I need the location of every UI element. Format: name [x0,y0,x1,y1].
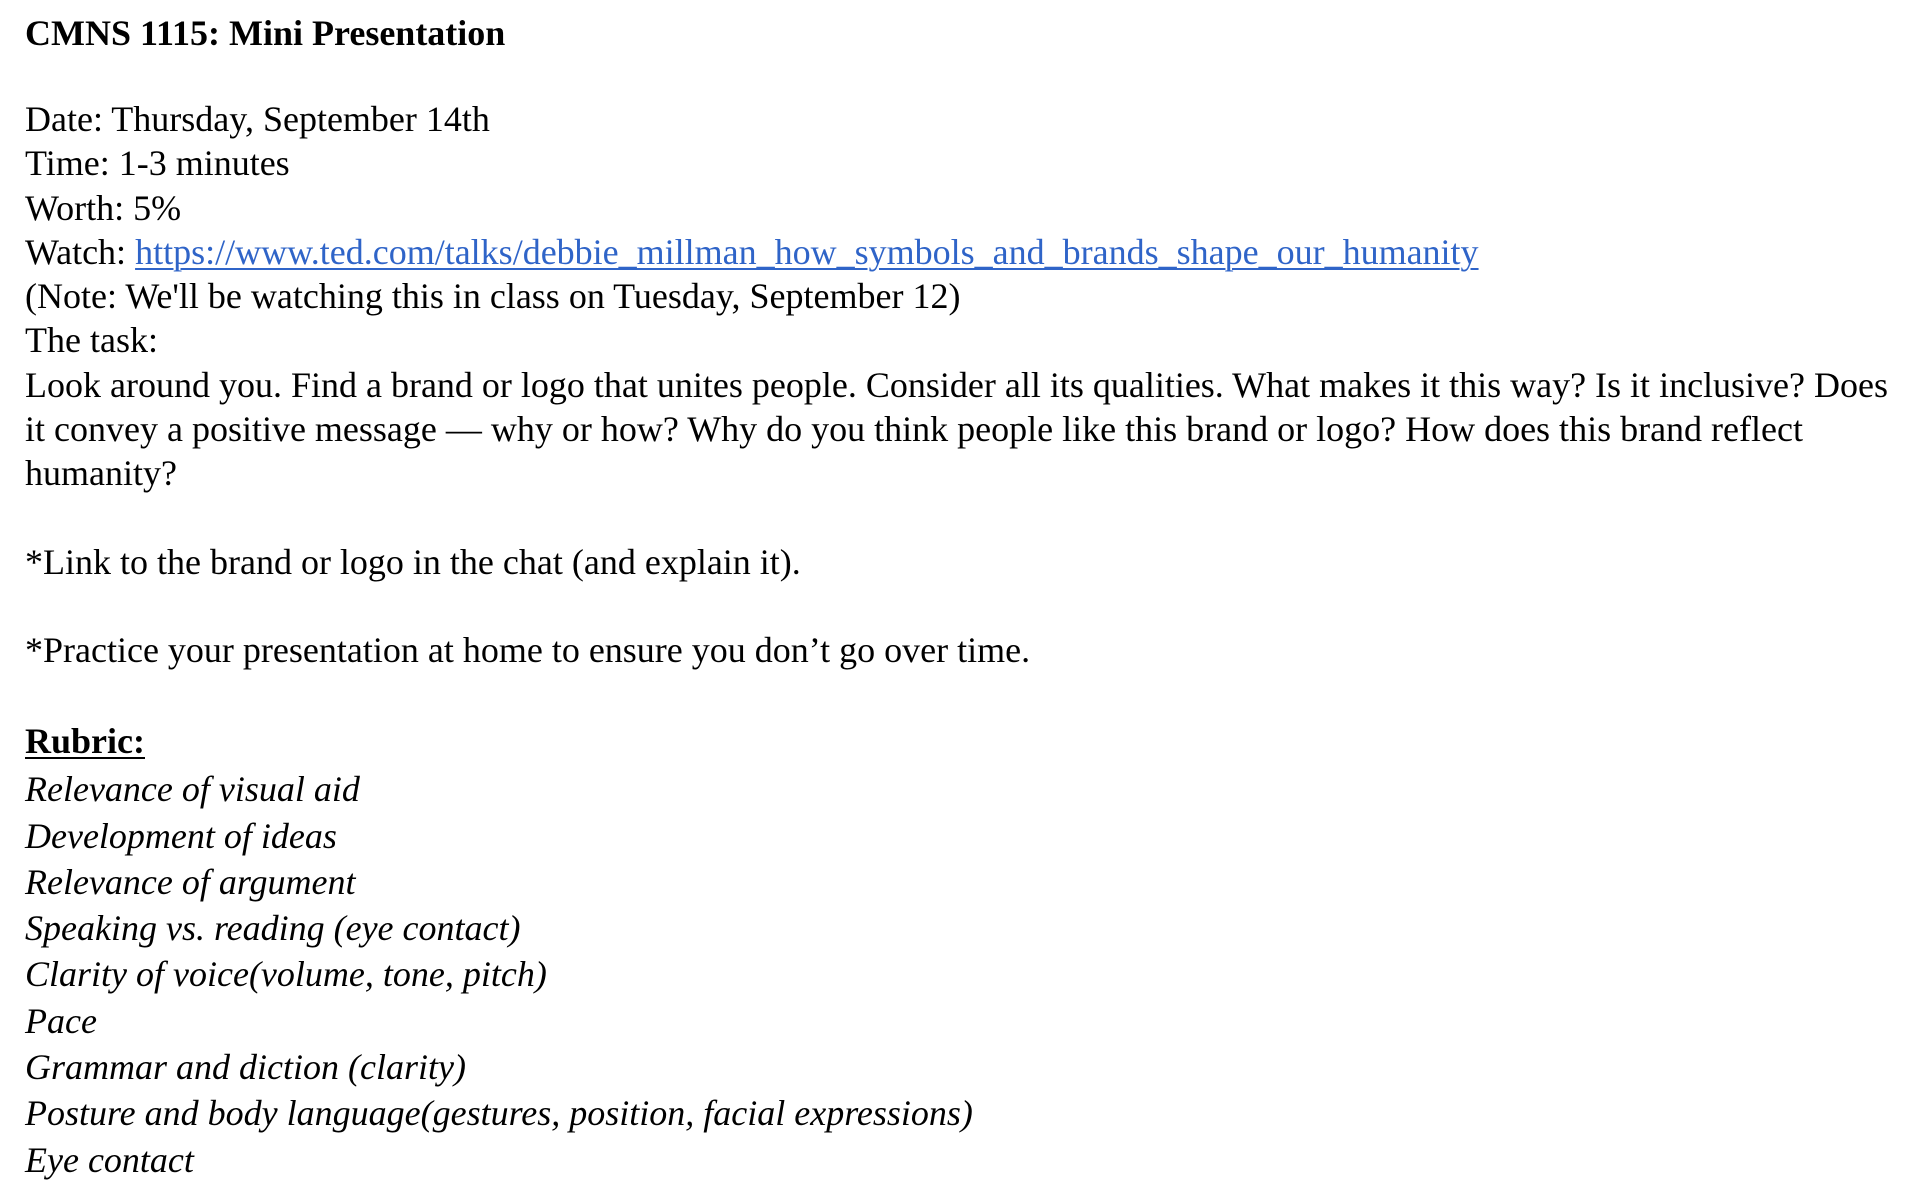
rubric-item: Pace [25,1000,97,1041]
rubric-heading: Rubric: [25,721,145,762]
instruction-link-brand: *Link to the brand or logo in the chat (… [25,541,801,582]
task-label: The task: [25,320,158,361]
rubric-item: Speaking vs. reading (eye contact) [25,908,521,949]
rubric-item: Eye contact [25,1139,194,1180]
instruction-practice: *Practice your presentation at home to e… [25,629,1031,670]
task-body: Look around you. Find a brand or logo th… [25,364,1888,494]
date-line: Date: Thursday, September 14th [25,99,490,139]
document-body: CMNS 1115: Mini Presentation Date: Thurs… [25,8,1905,1183]
watch-label: Watch: [25,231,136,272]
rubric-item: Grammar and diction (clarity) [25,1047,466,1088]
rubric-item: Development of ideas [25,815,337,856]
rubric-item: Posture and body language(gestures, posi… [25,1093,973,1134]
ted-talk-link[interactable]: https://www.ted.com/talks/debbie_millman… [135,232,1479,272]
watch-line: Watch: https://www.ted.com/talks/debbie_… [25,230,1905,274]
document-title: CMNS 1115: Mini Presentation [25,13,506,53]
time-line: Time: 1-3 minutes [25,143,290,184]
rubric-list: Relevance of visual aid Development of i… [25,766,1905,1183]
rubric-item: Relevance of visual aid [25,769,360,810]
rubric-item: Clarity of voice(volume, tone, pitch) [25,954,547,995]
rubric-item: Relevance of argument [25,861,356,902]
note-line: (Note: We'll be watching this in class o… [25,276,961,317]
worth-line: Worth: 5% [25,187,182,228]
